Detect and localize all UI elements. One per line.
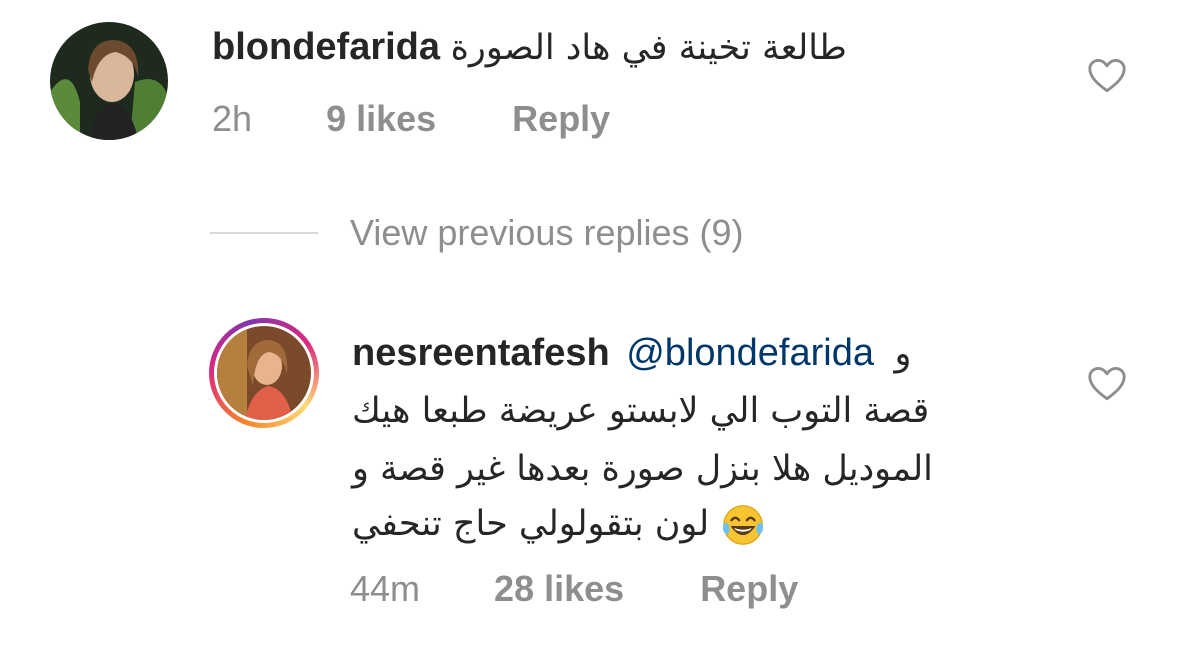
comment-1-username[interactable]: blondefarida bbox=[212, 26, 440, 68]
comment-1-likes[interactable]: 9 likes bbox=[326, 98, 436, 139]
avatar-image bbox=[50, 22, 168, 140]
laughing-tears-emoji-icon bbox=[722, 505, 763, 545]
avatar-blondefarida[interactable] bbox=[50, 22, 168, 140]
heart-outline-icon[interactable] bbox=[1087, 366, 1127, 402]
comment-1-text: طالعة تخينة في هاد الصورة bbox=[450, 28, 847, 68]
divider-line bbox=[210, 232, 318, 234]
story-ring bbox=[214, 323, 314, 423]
view-previous-label: View previous replies (9) bbox=[350, 212, 744, 253]
comment-1-reply-button[interactable]: Reply bbox=[512, 98, 610, 139]
avatar-image bbox=[217, 326, 311, 420]
comment-1-meta: 2h 9 likes Reply bbox=[212, 98, 610, 140]
comment-1-body: blondefarida طالعة تخينة في هاد الصورة bbox=[212, 24, 847, 71]
comment-2-mention[interactable]: @blondefarida bbox=[626, 332, 874, 374]
comment-2-meta: 44m 28 likes Reply bbox=[350, 568, 798, 610]
comment-1-time[interactable]: 2h bbox=[212, 98, 252, 139]
comment-2-line-4: لون بتقولولي حاج تنحفي bbox=[352, 500, 766, 548]
comment-2-reply-button[interactable]: Reply bbox=[700, 568, 798, 609]
heart-outline-icon[interactable] bbox=[1087, 58, 1127, 94]
comment-2-time[interactable]: 44m bbox=[350, 568, 420, 609]
comment-2-line-4-text: لون بتقولولي حاج تنحفي bbox=[352, 504, 710, 544]
view-previous-replies-button[interactable]: View previous replies (9) bbox=[210, 212, 744, 254]
avatar-nesreentafesh[interactable] bbox=[209, 318, 319, 428]
comment-2-line-1: nesreentafesh @blondefarida و bbox=[352, 330, 911, 377]
comment-2-username[interactable]: nesreentafesh bbox=[352, 332, 610, 374]
comment-2-line-1-tail: و bbox=[894, 334, 912, 374]
comment-2-line-2: قصة التوب الي لابستو عريضة طبعا هيك bbox=[352, 391, 930, 431]
comment-2-line-3: الموديل هلا بنزل صورة بعدها غير قصة و bbox=[352, 449, 933, 489]
comment-2-likes[interactable]: 28 likes bbox=[494, 568, 624, 609]
